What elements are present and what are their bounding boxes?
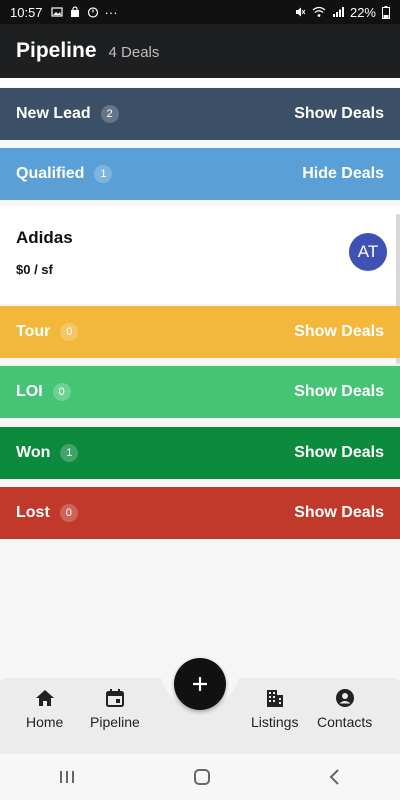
nav-pipeline-label: Pipeline — [90, 714, 140, 730]
account-circle-icon — [335, 689, 354, 707]
app-header: Pipeline 4 Deals — [0, 24, 400, 78]
add-deal-button[interactable] — [174, 658, 226, 710]
stage-count-badge: 0 — [52, 383, 71, 401]
status-time: 10:57 — [10, 4, 43, 20]
stage-count-badge: 1 — [94, 165, 113, 183]
building-icon — [266, 690, 283, 707]
show-deals-button[interactable]: Show Deals — [294, 444, 384, 462]
more-icon: ··· — [104, 4, 118, 20]
stage-count-badge: 2 — [100, 105, 119, 123]
avatar[interactable]: AT — [349, 233, 387, 271]
header-divider — [0, 78, 400, 87]
deal-price: $0 / sf — [16, 262, 53, 277]
show-deals-button[interactable]: Show Deals — [294, 105, 384, 123]
status-bar: 10:57 ··· 22% — [0, 0, 400, 24]
stage-name: LOI — [16, 383, 43, 400]
bag-icon — [70, 6, 79, 17]
home-button-icon[interactable] — [193, 768, 211, 786]
stage-name: Tour — [16, 323, 51, 340]
stage-lost[interactable]: Lost 0 Show Deals — [0, 487, 400, 539]
nav-listings-label: Listings — [251, 714, 299, 730]
back-icon[interactable] — [328, 768, 342, 786]
show-deals-button[interactable]: Show Deals — [294, 383, 384, 401]
stage-count-badge: 1 — [60, 444, 79, 462]
signal-icon — [332, 7, 344, 17]
stage-name: Won — [16, 444, 51, 461]
home-icon — [35, 690, 54, 706]
show-deals-button[interactable]: Show Deals — [294, 323, 384, 341]
nav-listings[interactable]: Listings — [251, 688, 298, 730]
stage-name: Lost — [16, 504, 50, 521]
stage-tour[interactable]: Tour 0 Show Deals — [0, 306, 400, 358]
mute-icon — [295, 7, 306, 17]
nav-contacts[interactable]: Contacts — [317, 688, 372, 730]
stage-name: Qualified — [16, 165, 85, 182]
wifi-icon — [312, 6, 326, 17]
timer-icon — [87, 7, 98, 18]
stage-count-badge: 0 — [59, 504, 78, 522]
system-nav-bar — [0, 754, 400, 800]
stage-qualified[interactable]: Qualified 1 Hide Deals — [0, 148, 400, 200]
stage-won[interactable]: Won 1 Show Deals — [0, 427, 400, 479]
battery-icon — [382, 5, 390, 19]
calendar-icon — [105, 689, 124, 707]
plus-icon — [193, 677, 207, 691]
image-icon — [50, 7, 63, 17]
stage-name: New Lead — [16, 105, 91, 122]
nav-pipeline[interactable]: Pipeline — [90, 688, 140, 730]
stage-loi[interactable]: LOI 0 Show Deals — [0, 366, 400, 418]
stage-new-lead[interactable]: New Lead 2 Show Deals — [0, 88, 400, 140]
hide-deals-button[interactable]: Hide Deals — [302, 165, 384, 183]
show-deals-button[interactable]: Show Deals — [294, 504, 384, 522]
nav-contacts-label: Contacts — [317, 714, 373, 730]
deal-count: 4 Deals — [108, 43, 160, 61]
nav-home[interactable]: Home — [26, 688, 63, 730]
page-title: Pipeline — [16, 39, 97, 62]
stage-count-badge: 0 — [60, 323, 79, 341]
battery-percent: 22% — [349, 4, 376, 20]
recent-apps-icon[interactable] — [58, 769, 76, 785]
deal-card[interactable]: Adidas $0 / sf AT — [0, 206, 400, 304]
nav-home-label: Home — [26, 714, 64, 730]
deal-name: Adidas — [16, 228, 73, 247]
